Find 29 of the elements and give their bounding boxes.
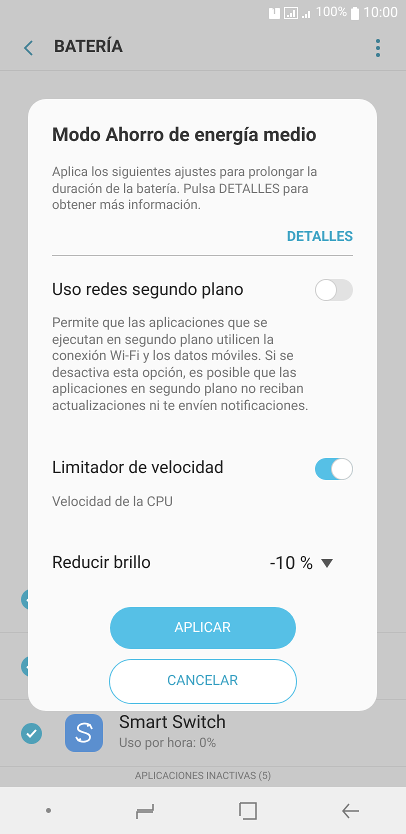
- setting-label: Limitador de velocidad: [52, 457, 224, 480]
- app-checkbox[interactable]: [21, 722, 42, 744]
- setting-label: Reducir brillo: [52, 552, 151, 575]
- back-arrow-icon[interactable]: [342, 802, 360, 818]
- app-name: Smart Switch: [119, 712, 226, 734]
- checkmark-icon: [26, 728, 37, 738]
- details-link[interactable]: DETALLES: [286, 226, 353, 248]
- dialog-description: Aplica los siguientes ajustes para prolongar la duración de la batería. Pulsa DETALLES para obtener más información.: [52, 165, 318, 214]
- setting-description: Permite que las aplicaciones que se ejecutan en segundo plano utilicen la conexión Wi-Fi y los datos móviles. Si se desactiva esta opción, es posible que las aplicaciones en segundo plano no reciban actualizaciones ni te envíen notificaciones.: [52, 315, 310, 416]
- app-usage: Uso por hora: 0%: [119, 735, 218, 754]
- recent-apps-icon[interactable]: [136, 802, 154, 820]
- app-icon: [65, 714, 103, 752]
- toggle-switch[interactable]: [315, 458, 353, 480]
- home-icon[interactable]: [238, 802, 257, 820]
- signal-icon: [302, 8, 312, 18]
- inactive-apps-heading: APLICACIONES INACTIVAS (5): [134, 770, 272, 784]
- page-title: BATERÍA: [54, 36, 123, 60]
- more-options-button[interactable]: [376, 37, 380, 59]
- brightness-dropdown[interactable]: -10 %: [270, 550, 333, 577]
- setting-description: Velocidad de la CPU: [52, 494, 174, 512]
- setting-label: Uso redes segundo plano: [52, 278, 244, 302]
- battery-icon: [351, 6, 360, 20]
- toggle-switch[interactable]: [315, 279, 353, 302]
- dropdown-triangle-icon: [321, 559, 333, 568]
- cancel-button[interactable]: CANCELAR: [108, 659, 296, 704]
- signal-icon: [284, 7, 298, 19]
- back-chevron-icon: [23, 40, 33, 56]
- apply-button[interactable]: APLICAR: [110, 607, 296, 649]
- dialog-title: Modo Ahorro de energía medio: [52, 123, 318, 147]
